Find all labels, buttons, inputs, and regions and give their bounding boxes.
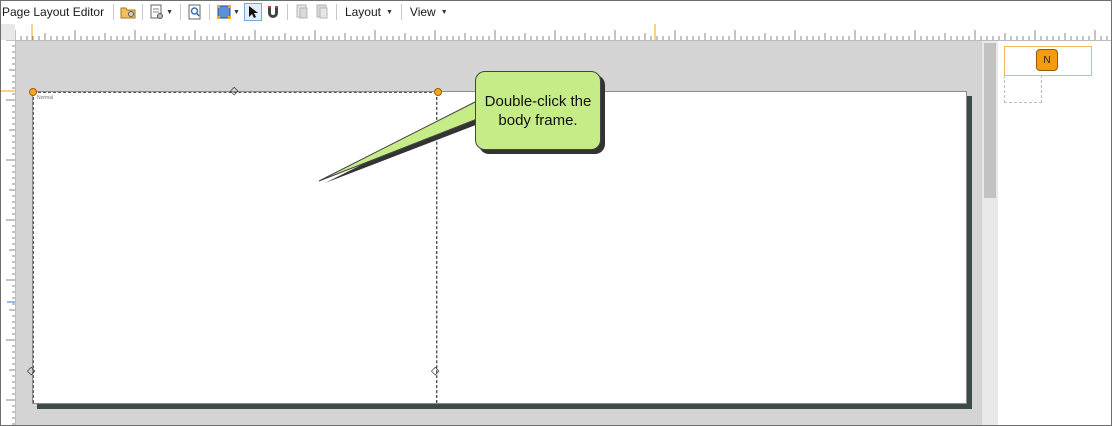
- vertical-scrollbar[interactable]: [981, 41, 998, 425]
- callout-text-line: body frame.: [498, 111, 578, 129]
- chevron-down-icon: ▼: [440, 8, 448, 16]
- toolbar-separator: [400, 4, 402, 20]
- toolbar-separator: [142, 4, 144, 20]
- ruler-ticks: [14, 24, 1108, 40]
- instruction-callout: Double-click the body frame.: [475, 71, 601, 150]
- preview-icon[interactable]: [186, 3, 204, 21]
- pointer-icon[interactable]: [243, 3, 262, 21]
- chevron-down-icon[interactable]: ▼: [233, 9, 240, 16]
- ruler-ticks: [1, 39, 15, 425]
- page-settings-icon[interactable]: [148, 3, 166, 21]
- toolbar-separator: [286, 4, 288, 20]
- toolbar-separator: [113, 4, 115, 20]
- frame-label: Normal: [37, 95, 54, 101]
- editor-title: Page Layout Editor: [2, 5, 105, 19]
- toolbar: Page Layout Editor ▼ ▼ Layout ▼ View ▼: [1, 1, 1111, 23]
- scrollbar-thumb[interactable]: [984, 43, 996, 198]
- toolbar-separator: [209, 4, 211, 20]
- chevron-down-icon: ▼: [385, 8, 393, 16]
- normal-frame-badge[interactable]: N: [1036, 49, 1058, 71]
- frame-tool-icon[interactable]: [215, 3, 233, 21]
- send-backward-icon[interactable]: [313, 3, 331, 21]
- page-thumbnail-outline: [1004, 75, 1042, 103]
- magnet-icon[interactable]: [264, 3, 282, 21]
- callout-text-line: Double-click the: [484, 92, 592, 110]
- bring-forward-icon[interactable]: [293, 3, 311, 21]
- ruler-corner: [1, 24, 15, 41]
- diamond-handle-icon[interactable]: ◇: [230, 86, 238, 97]
- view-menu-label: View: [409, 5, 436, 19]
- layout-menu-label: Layout: [344, 5, 381, 19]
- layout-menu-button[interactable]: Layout ▼: [341, 5, 397, 19]
- toolbar-separator: [335, 4, 337, 20]
- horizontal-ruler[interactable]: [14, 24, 1111, 41]
- open-folder-icon[interactable]: [119, 3, 137, 21]
- vertical-ruler[interactable]: [1, 39, 16, 425]
- page-layout-editor-window: Page Layout Editor ▼ ▼ Layout ▼ View ▼ N…: [0, 0, 1112, 426]
- resize-handle[interactable]: [29, 88, 37, 96]
- page-thumbnail-panel: N: [998, 41, 1111, 425]
- diamond-handle-icon[interactable]: ◇: [431, 366, 439, 377]
- callout-text: Double-click the body frame.: [485, 92, 592, 130]
- toolbar-separator: [180, 4, 182, 20]
- diamond-handle-icon[interactable]: ◇: [27, 366, 35, 377]
- view-menu-button[interactable]: View ▼: [406, 5, 452, 19]
- chevron-down-icon[interactable]: ▼: [166, 9, 173, 16]
